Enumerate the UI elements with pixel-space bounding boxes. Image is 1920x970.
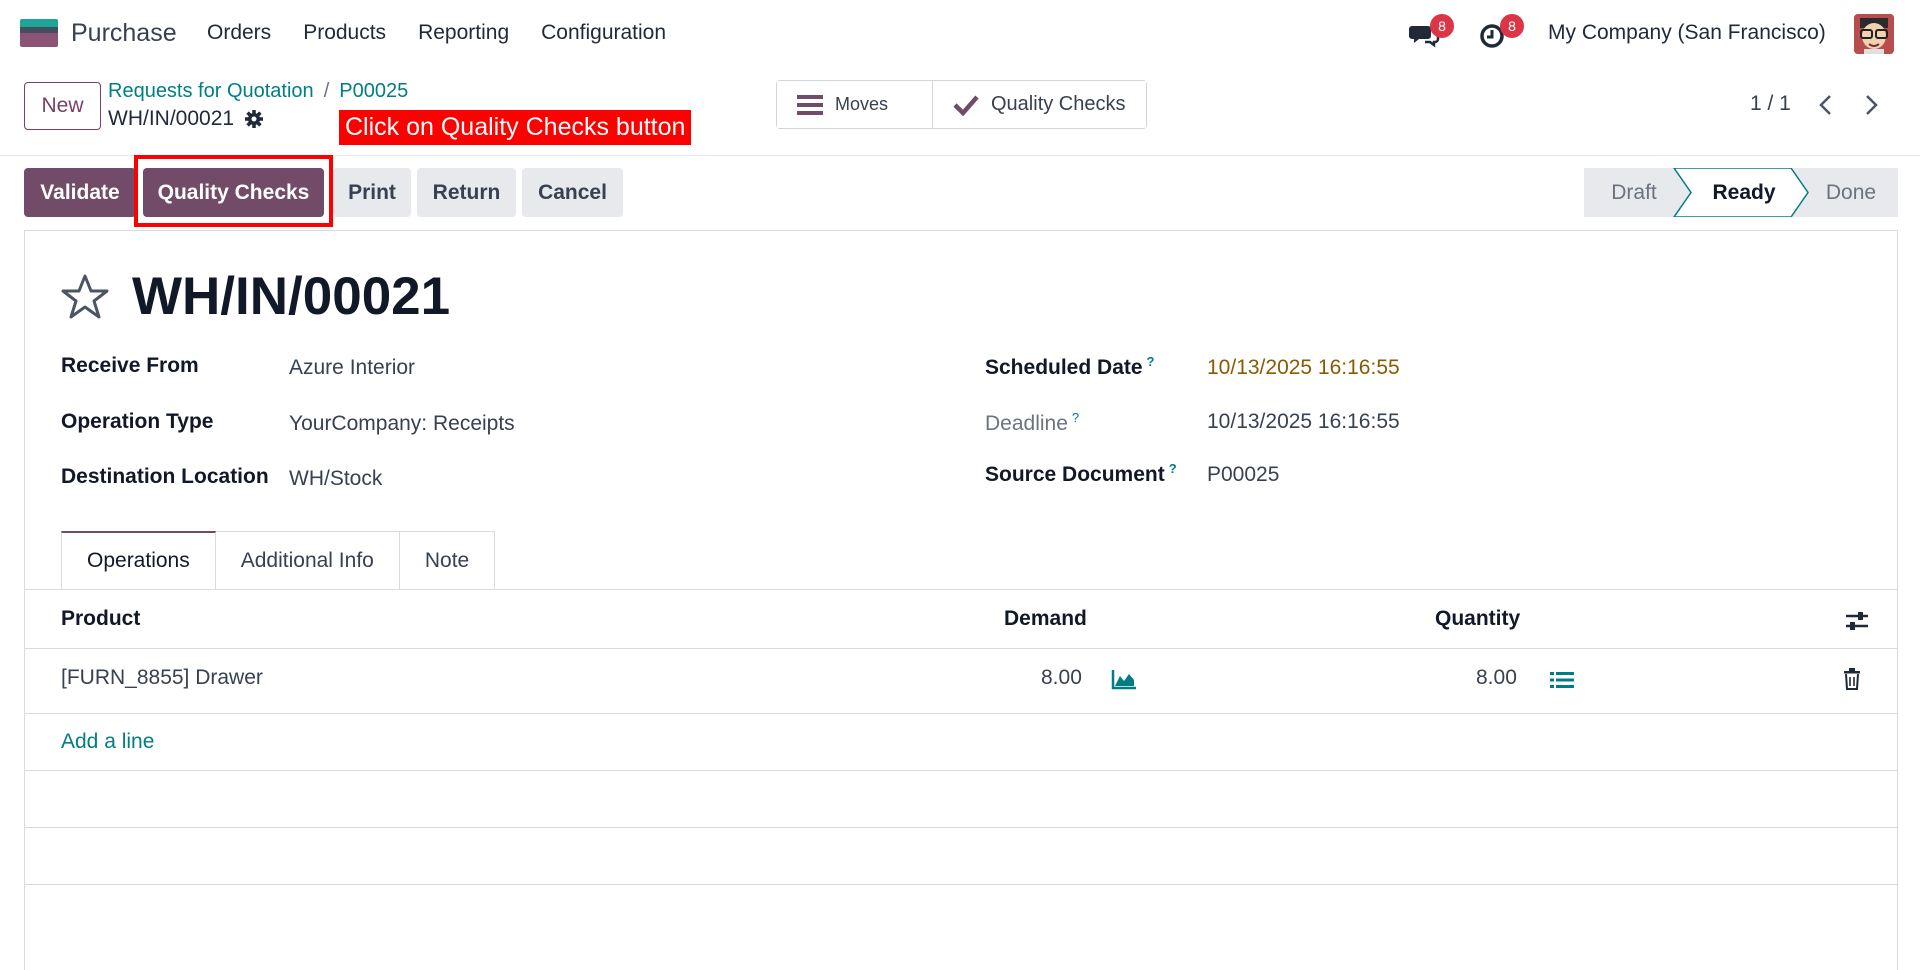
column-demand[interactable]: Demand [1004,607,1087,631]
scheduled-date-field[interactable]: 10/13/2025 16:16:55 [1207,356,1400,380]
company-switcher[interactable]: My Company (San Francisco) [1548,21,1826,45]
receive-from-field[interactable]: Azure Interior [289,356,415,380]
annotation-highlight [134,155,333,227]
trash-icon [1844,668,1860,690]
chevron-right-icon [1866,95,1878,115]
activities-badge: 8 [1500,14,1524,38]
destination-location-label: Destination Location [61,465,269,488]
deadline-field: 10/13/2025 16:16:55 [1207,410,1400,433]
scheduled-date-label: Scheduled Date? [985,354,1155,379]
menu-configuration[interactable]: Configuration [541,21,666,45]
messages-button[interactable]: 8 [1408,14,1454,50]
delete-row-button[interactable] [1838,665,1866,693]
user-avatar-image [1854,14,1894,54]
receive-from-label: Receive From [61,354,199,377]
source-document-label: Source Document? [985,461,1177,486]
row-divider [25,713,1897,714]
notebook-tabs: Operations Additional Info Note [61,531,496,590]
breadcrumb: Requests for Quotation / P00025 [108,80,408,103]
quality-checks-smart-label: Quality Checks [991,93,1126,115]
annotation-label: Click on Quality Checks button [339,110,692,145]
row-product[interactable]: [FURN_8855] Drawer [61,666,263,690]
check-icon [953,95,979,116]
top-navbar: Purchase Orders Products Reporting Confi… [0,0,1920,66]
print-button[interactable]: Print [333,168,411,217]
detailed-operations-button[interactable] [1548,667,1576,693]
return-button[interactable]: Return [417,168,516,217]
row-divider [25,827,1897,828]
tab-operations[interactable]: Operations [61,531,216,590]
pager-next[interactable] [1857,90,1887,120]
menu-reporting[interactable]: Reporting [418,21,509,45]
current-record-name: WH/IN/00021 [108,107,235,130]
tab-additional-info[interactable]: Additional Info [215,531,400,590]
app-name[interactable]: Purchase [71,19,177,48]
validate-button[interactable]: Validate [24,168,136,217]
current-record: WH/IN/00021 [108,107,264,131]
source-document-field[interactable]: P00025 [1207,463,1279,487]
menu-products[interactable]: Products [303,21,386,45]
form-sheet [24,230,1898,970]
gear-icon[interactable] [244,109,264,129]
pager-previous[interactable] [1810,90,1840,120]
help-icon[interactable]: ? [1072,410,1079,425]
column-product[interactable]: Product [61,607,140,631]
menu-orders[interactable]: Orders [207,21,271,45]
record-title: WH/IN/00021 [132,267,451,326]
messages-badge: 8 [1430,14,1454,38]
destination-location-field[interactable]: WH/Stock [289,467,382,491]
row-demand: 8.00 [1041,666,1082,689]
row-quantity[interactable]: 8.00 [1476,666,1517,690]
sliders-icon [1846,612,1868,630]
list-details-icon [1550,672,1574,688]
deadline-label: Deadline? [985,410,1080,435]
add-line-link[interactable]: Add a line [61,730,154,754]
area-chart-icon [1111,670,1136,690]
forecast-report-button[interactable] [1110,666,1138,692]
star-icon[interactable] [60,272,110,322]
chevron-left-icon [1819,95,1831,115]
column-quantity[interactable]: Quantity [1435,607,1520,631]
moves-label: Moves [835,94,889,114]
status-draft[interactable]: Draft [1584,168,1684,217]
main-menu: Orders Products Reporting Configuration [207,21,698,45]
help-icon[interactable]: ? [1169,461,1177,476]
quality-checks-smart-button[interactable]: Quality Checks [932,81,1146,128]
breadcrumb-rfq[interactable]: Requests for Quotation [108,80,314,102]
user-avatar[interactable] [1854,14,1894,54]
smart-buttons: Moves Quality Checks [776,80,1147,129]
status-ready[interactable]: Ready [1689,168,1799,217]
help-icon[interactable]: ? [1147,354,1155,369]
table-header-divider [25,648,1897,649]
purchase-app-icon[interactable] [20,19,58,47]
row-divider [25,884,1897,885]
tab-note[interactable]: Note [399,531,496,590]
breadcrumb-separator: / [323,80,330,102]
new-button[interactable]: New [24,82,101,130]
operation-type-label: Operation Type [61,410,214,433]
tabs-divider [25,589,1897,590]
status-bar: Draft Ready Done [1584,168,1898,217]
operation-type-field[interactable]: YourCompany: Receipts [289,412,515,436]
breadcrumb-po[interactable]: P00025 [339,80,408,102]
list-icon [797,94,823,115]
status-done[interactable]: Done [1804,168,1898,217]
activities-button[interactable]: 8 [1478,14,1524,50]
cancel-button[interactable]: Cancel [522,168,623,217]
row-divider [25,770,1897,771]
pager-value[interactable]: 1 / 1 [1750,92,1791,116]
optional-columns-button[interactable] [1843,607,1871,635]
moves-smart-button[interactable]: Moves [777,81,932,128]
